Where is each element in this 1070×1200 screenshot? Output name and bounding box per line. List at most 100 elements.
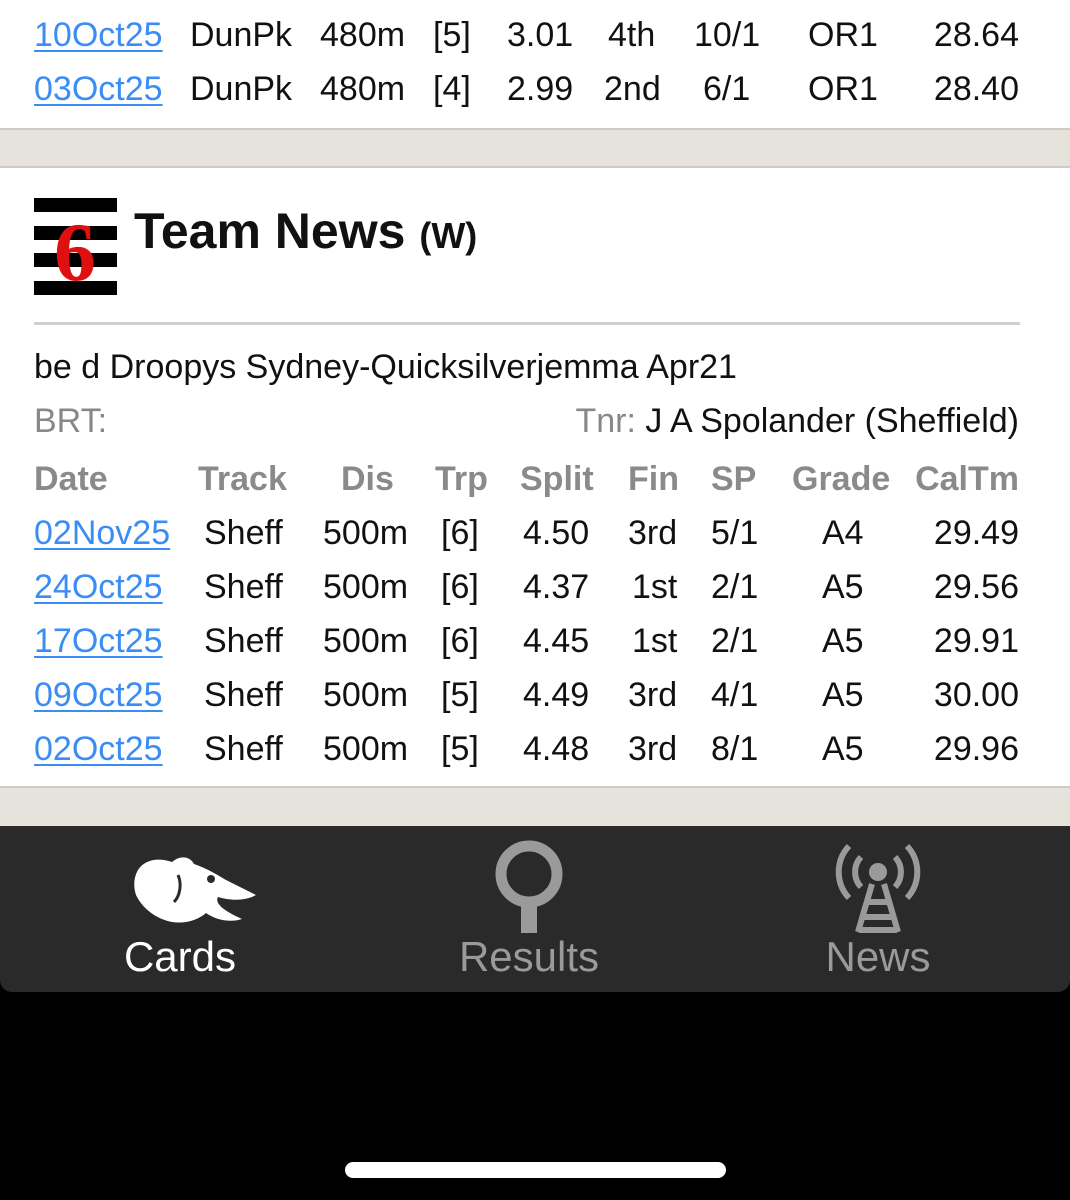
trap-6-icon: 6	[34, 198, 117, 295]
caltm-cell: 29.56	[933, 568, 1019, 606]
finish-cell: 3rd	[628, 514, 678, 552]
table-row: 02Nov25 Sheff 500m [6] 4.50 3rd 5/1 A4 2…	[0, 506, 1070, 560]
header-caltm: CalTm	[915, 460, 1019, 498]
split-cell: 2.99	[507, 70, 574, 108]
sp-cell: 4/1	[711, 676, 759, 714]
brt-label: BRT:	[34, 402, 108, 440]
tab-results-label: Results	[458, 933, 600, 980]
table-row: 09Oct25 Sheff 500m [5] 4.49 3rd 4/1 A5 3…	[0, 668, 1070, 722]
trap-cell: [6]	[441, 514, 479, 552]
finish-cell: 2nd	[604, 70, 661, 108]
sp-cell: 2/1	[711, 622, 759, 660]
split-cell: 4.50	[523, 514, 590, 552]
tab-news-label: News	[825, 933, 931, 980]
form-table-header: Date Track Dis Trp Split Fin SP Grade Ca…	[0, 452, 1070, 506]
grade-cell: OR1	[808, 16, 878, 54]
race-date-link[interactable]: 02Oct25	[34, 722, 163, 776]
distance-cell: 500m	[323, 568, 409, 606]
race-date-link[interactable]: 03Oct25	[34, 62, 163, 116]
distance-cell: 480m	[320, 16, 406, 54]
tab-results[interactable]: Results	[379, 826, 679, 992]
race-date-link[interactable]: 09Oct25	[34, 668, 163, 722]
header-sp: SP	[711, 460, 757, 498]
trap-cell: [4]	[433, 70, 471, 108]
trainer-info: Tnr: J A Spolander (Sheffield)	[575, 398, 1019, 444]
caltm-cell: 29.96	[933, 730, 1019, 768]
finish-cell: 1st	[632, 568, 678, 606]
section-divider	[0, 786, 1070, 826]
race-date-link[interactable]: 02Nov25	[34, 506, 170, 560]
track-cell: DunPk	[190, 70, 293, 108]
greyhound-icon	[134, 857, 256, 923]
breeding-info: be d Droopys Sydney-Quicksilverjemma Apr…	[34, 348, 737, 386]
section-divider	[0, 128, 1070, 168]
header-grade: Grade	[792, 460, 891, 498]
sp-cell: 5/1	[711, 514, 759, 552]
track-cell: Sheff	[204, 730, 283, 768]
tab-bar: Cards Results News	[0, 826, 1070, 992]
tab-news[interactable]: News	[728, 826, 1028, 992]
divider	[34, 322, 1020, 325]
race-date-link[interactable]: 17Oct25	[34, 614, 163, 668]
pin-icon	[495, 840, 563, 933]
caltm-cell: 29.49	[933, 514, 1019, 552]
grade-cell: A4	[822, 514, 864, 552]
broadcast-tower-icon	[835, 843, 921, 933]
finish-cell: 4th	[608, 16, 656, 54]
header-trp: Trp	[435, 460, 488, 498]
table-row: 24Oct25 Sheff 500m [6] 4.37 1st 2/1 A5 2…	[0, 560, 1070, 614]
track-cell: DunPk	[190, 16, 293, 54]
race-date-link[interactable]: 24Oct25	[34, 560, 163, 614]
finish-cell: 3rd	[628, 676, 678, 714]
caltm-cell: 28.64	[933, 16, 1019, 54]
track-cell: Sheff	[204, 622, 283, 660]
distance-cell: 500m	[323, 514, 409, 552]
runner-name[interactable]: Team News (W)	[134, 196, 477, 271]
split-cell: 4.45	[523, 622, 590, 660]
race-date-link[interactable]: 10Oct25	[34, 8, 163, 62]
caltm-cell: 30.00	[933, 676, 1019, 714]
trap-cell: [5]	[441, 676, 479, 714]
sp-cell: 8/1	[711, 730, 759, 768]
header-fin: Fin	[628, 460, 679, 498]
tab-cards-label: Cards	[123, 933, 237, 980]
tab-cards[interactable]: Cards	[30, 826, 330, 992]
header-dis: Dis	[341, 460, 394, 498]
caltm-cell: 29.91	[933, 622, 1019, 660]
split-cell: 3.01	[507, 16, 574, 54]
table-row: 10Oct25 DunPk 480m [5] 3.01 4th 10/1 OR1…	[0, 8, 1070, 62]
sp-cell: 10/1	[694, 16, 761, 54]
track-cell: Sheff	[204, 676, 283, 714]
track-cell: Sheff	[204, 514, 283, 552]
sp-cell: 6/1	[703, 70, 751, 108]
runner-name-text: Team News	[134, 203, 406, 259]
finish-cell: 1st	[632, 622, 678, 660]
grade-cell: A5	[822, 568, 864, 606]
split-cell: 4.48	[523, 730, 590, 768]
trap-number: 6	[54, 206, 96, 295]
track-cell: Sheff	[204, 568, 283, 606]
header-date: Date	[34, 460, 108, 498]
grade-cell: A5	[822, 622, 864, 660]
caltm-cell: 28.40	[933, 70, 1019, 108]
header-split: Split	[520, 460, 594, 498]
trap-cell: [5]	[433, 16, 471, 54]
finish-cell: 3rd	[628, 730, 678, 768]
runner-sex: (W)	[419, 215, 478, 256]
table-row: 02Oct25 Sheff 500m [5] 4.48 3rd 8/1 A5 2…	[0, 722, 1070, 776]
trap-cell: [6]	[441, 622, 479, 660]
table-row: 17Oct25 Sheff 500m [6] 4.45 1st 2/1 A5 2…	[0, 614, 1070, 668]
distance-cell: 480m	[320, 70, 406, 108]
form-guide-content: 10Oct25 DunPk 480m [5] 3.01 4th 10/1 OR1…	[0, 0, 1070, 826]
trainer-label: Tnr:	[575, 402, 636, 440]
trainer-name: J A Spolander (Sheffield)	[645, 402, 1019, 440]
trap-cell: [5]	[441, 730, 479, 768]
grade-cell: A5	[822, 730, 864, 768]
split-cell: 4.37	[523, 568, 590, 606]
sp-cell: 2/1	[711, 568, 759, 606]
grade-cell: OR1	[808, 70, 878, 108]
split-cell: 4.49	[523, 676, 590, 714]
distance-cell: 500m	[323, 622, 409, 660]
trap-cell: [6]	[441, 568, 479, 606]
home-indicator[interactable]	[345, 1162, 726, 1178]
